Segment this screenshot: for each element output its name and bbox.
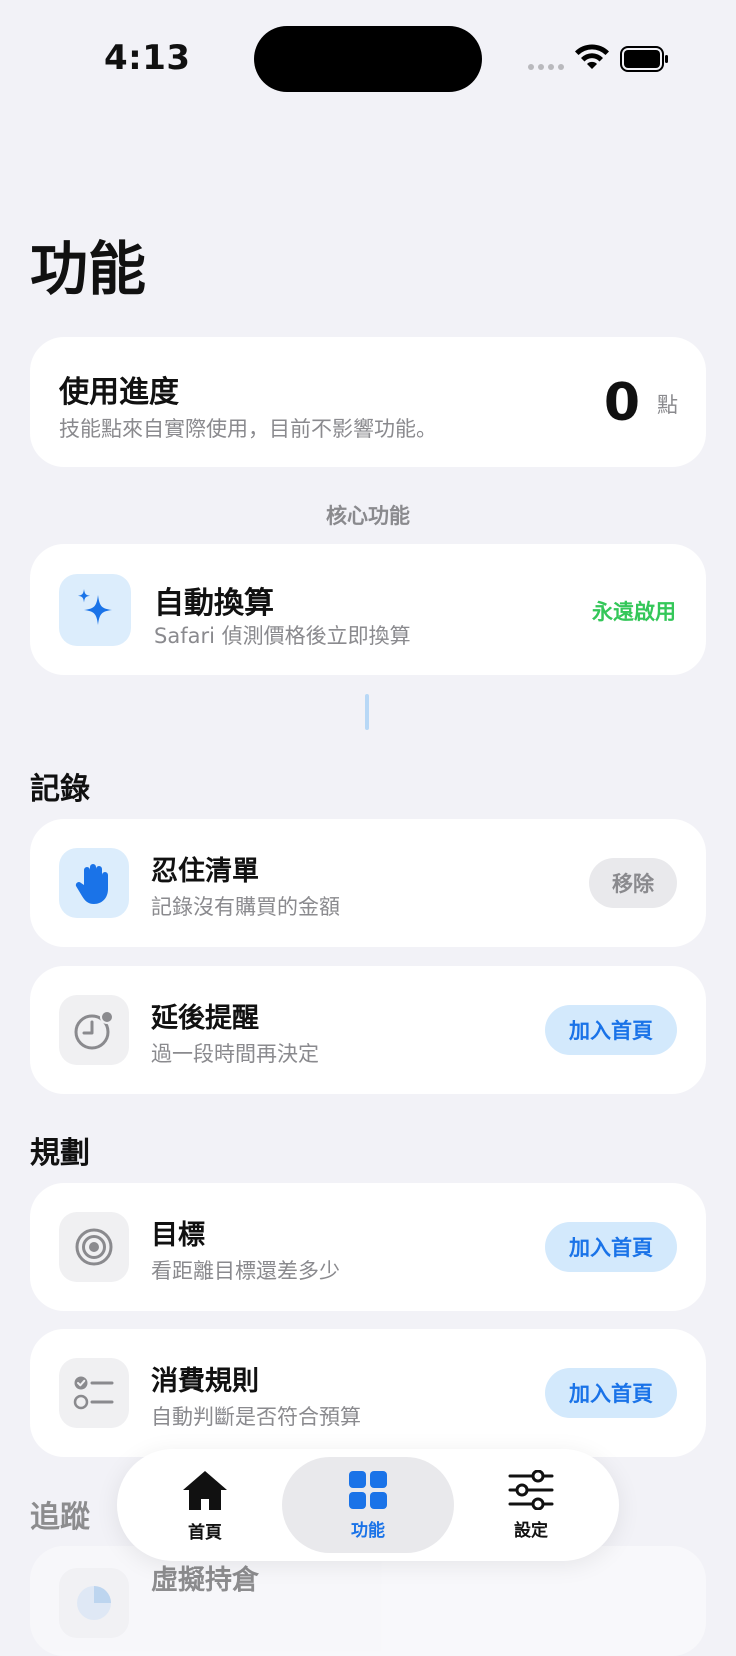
clock-badge-icon [59,995,129,1065]
wifi-icon [575,44,609,69]
remove-button[interactable]: 移除 [589,858,677,908]
house-icon [183,1470,227,1510]
tab-label: 功能 [351,1520,385,1541]
feature-subtitle: 看距離目標還差多少 [151,1259,340,1283]
dynamic-island [254,26,482,92]
feature-card-virtual-holdings[interactable]: 虛擬持倉 [30,1546,706,1656]
tab-features[interactable]: 功能 [282,1457,454,1553]
core-section-caption: 核心功能 [326,504,410,528]
core-feature-subtitle: Safari 偵測價格後立即換算 [154,624,411,648]
feature-subtitle: 記錄沒有購買的金額 [151,895,340,919]
connector-line [365,694,369,730]
feature-title: 忍住清單 [151,856,259,887]
progress-points-value: 0 [603,373,640,433]
section-heading-record: 記錄 [30,772,90,807]
progress-title: 使用進度 [59,375,179,410]
always-enabled-label: 永遠啟用 [592,600,676,624]
feature-card-goal[interactable]: 目標 看距離目標還差多少 加入首頁 [30,1183,706,1311]
tab-home[interactable]: 首頁 [135,1457,275,1553]
feature-subtitle: 過一段時間再決定 [151,1042,319,1066]
feature-card-spending-rules[interactable]: 消費規則 自動判斷是否符合預算 加入首頁 [30,1329,706,1457]
progress-card: 使用進度 技能點來自實際使用，目前不影響功能。 0 點 [30,337,706,467]
page-title: 功能 [30,235,147,303]
feature-title: 消費規則 [151,1366,259,1397]
target-icon [59,1212,129,1282]
tab-bar: 首頁 功能 設定 [117,1449,619,1561]
checklist-icon [59,1358,129,1428]
sparkles-icon [59,574,131,646]
tab-label: 設定 [514,1520,548,1541]
tab-settings[interactable]: 設定 [461,1457,601,1553]
hand-icon [59,848,129,918]
section-heading-track: 追蹤 [30,1500,90,1535]
add-to-home-button[interactable]: 加入首頁 [545,1368,677,1418]
feature-title: 目標 [151,1220,205,1251]
add-to-home-button[interactable]: 加入首頁 [545,1005,677,1055]
feature-card-resist-list[interactable]: 忍住清單 記錄沒有購買的金額 移除 [30,819,706,947]
core-feature-title: 自動換算 [154,586,274,621]
status-time: 4:13 [104,38,191,78]
feature-title: 虛擬持倉 [151,1565,259,1596]
battery-icon [620,46,668,72]
feature-card-delay-reminder[interactable]: 延後提醒 過一段時間再決定 加入首頁 [30,966,706,1094]
tab-label: 首頁 [188,1522,222,1543]
add-to-home-button[interactable]: 加入首頁 [545,1222,677,1272]
feature-subtitle: 自動判斷是否符合預算 [151,1405,361,1429]
progress-subtitle: 技能點來自實際使用，目前不影響功能。 [59,417,437,441]
sliders-icon [508,1469,554,1510]
grid-icon [349,1470,387,1509]
core-feature-card[interactable]: 自動換算 Safari 偵測價格後立即換算 永遠啟用 [30,544,706,675]
feature-title: 延後提醒 [151,1003,259,1034]
cellular-signal-icon [528,64,564,70]
progress-points-unit: 點 [657,393,678,417]
pie-chart-icon [59,1568,129,1638]
section-heading-plan: 規劃 [30,1136,90,1171]
